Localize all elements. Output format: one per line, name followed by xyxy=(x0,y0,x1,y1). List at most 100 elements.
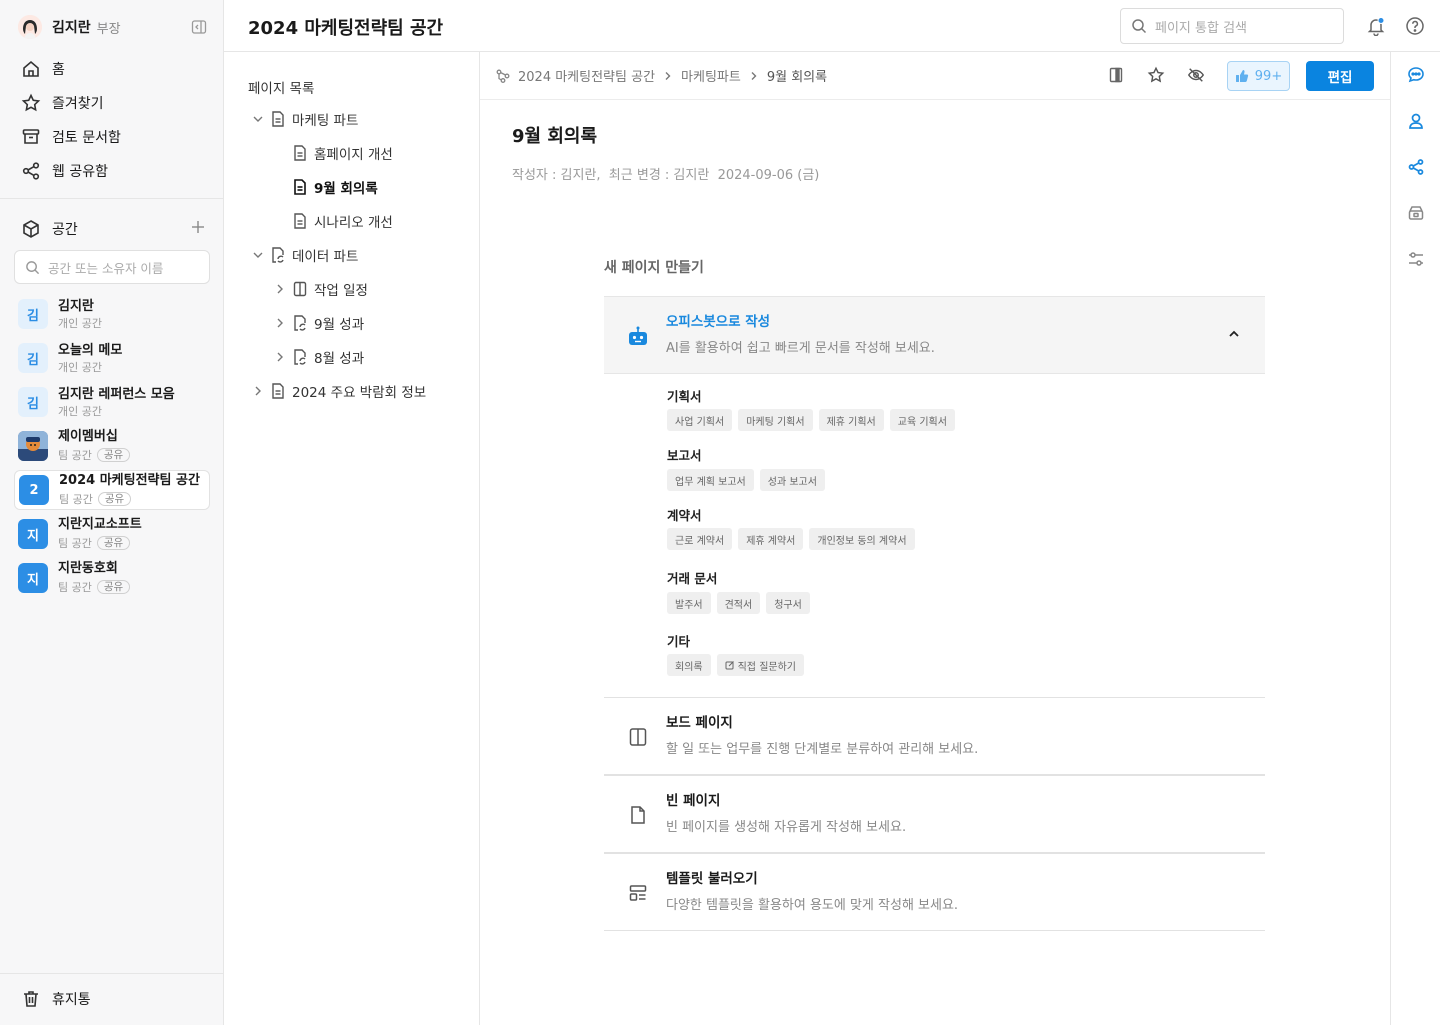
template-load-option[interactable]: 템플릿 불러오기 다양한 템플릿을 활용하여 용도에 맞게 작성해 보세요. xyxy=(604,853,1265,931)
space-item[interactable]: 지 지란지교소프트 팀 공간 공유 xyxy=(14,514,210,554)
like-count: 99+ xyxy=(1254,68,1283,84)
share-icon[interactable] xyxy=(1406,157,1426,177)
tree-node-aug-results[interactable]: 8월 성과 xyxy=(272,345,364,369)
space-type: 팀 공간 xyxy=(59,492,93,506)
panel-toggle-icon[interactable] xyxy=(1107,66,1125,84)
template-chip[interactable]: 발주서 xyxy=(667,592,711,614)
option-desc: 할 일 또는 업무를 진행 단계별로 분류하여 관리해 보세요. xyxy=(666,742,979,757)
document-title: 9월 회의록 xyxy=(512,126,598,147)
space-item[interactable]: 김 김지란 레퍼런스 모음 개인 공간 xyxy=(14,382,210,422)
tree-node-expo-info[interactable]: 2024 주요 박람회 정보 xyxy=(250,379,426,403)
template-chip[interactable]: 제휴 계약서 xyxy=(738,528,804,550)
space-item[interactable]: 제이멤버십 팀 공간 공유 xyxy=(14,426,210,466)
space-search-input[interactable]: 공간 또는 소유자 이름 xyxy=(14,250,210,284)
favorite-star-icon[interactable] xyxy=(1147,66,1165,84)
chip-group: 업무 계획 보고서 성과 보고서 xyxy=(667,469,825,491)
space-name: 2024 마케팅전략팀 공간 xyxy=(59,472,200,488)
sidebar-collapse-icon[interactable] xyxy=(191,19,207,35)
space-name: 지란동호회 xyxy=(58,560,118,576)
chip-group: 근로 계약서 제휴 계약서 개인정보 동의 계약서 xyxy=(667,528,915,550)
user-name: 김지란 xyxy=(52,20,91,36)
chevron-right-icon[interactable] xyxy=(272,349,288,365)
template-chip[interactable]: 청구서 xyxy=(766,592,810,614)
tree-node-sept-minutes[interactable]: 9월 회의록 xyxy=(292,175,378,199)
nav-review-inbox[interactable]: 검토 문서함 xyxy=(20,125,121,149)
template-chip[interactable]: 성과 보고서 xyxy=(759,469,825,491)
template-chip[interactable]: 견적서 xyxy=(716,592,761,614)
divider xyxy=(0,198,223,199)
template-chip[interactable]: 회의록 xyxy=(667,654,711,676)
nav-trash[interactable]: 휴지통 xyxy=(20,987,91,1011)
tree-node-marketing-part[interactable]: 마케팅 파트 xyxy=(250,107,358,131)
option-desc: 빈 페이지를 생성해 자유롭게 작성해 보세요. xyxy=(666,820,907,835)
nav-home[interactable]: 홈 xyxy=(20,57,65,81)
chevron-down-icon[interactable] xyxy=(250,247,266,263)
top-header: 2024 마케팅전략팀 공간 페이지 통합 검색 xyxy=(224,0,1440,52)
edit-button[interactable]: 편집 xyxy=(1306,61,1374,91)
space-avatar: 지 xyxy=(18,563,48,593)
space-item[interactable]: 김 오늘의 메모 개인 공간 xyxy=(14,338,210,378)
trash-icon xyxy=(20,988,42,1010)
chip-group: 사업 기획서 마케팅 기획서 제휴 기획서 교육 기획서 xyxy=(667,409,955,431)
new-page-heading: 새 페이지 만들기 xyxy=(604,260,704,276)
space-type: 개인 공간 xyxy=(58,316,102,330)
notification-bell-icon[interactable] xyxy=(1366,16,1386,36)
tree-node-label: 8월 성과 xyxy=(314,351,365,367)
template-chip[interactable]: 개인정보 동의 계약서 xyxy=(809,528,915,550)
template-layout-icon xyxy=(626,881,650,905)
chevron-down-icon[interactable] xyxy=(250,111,266,127)
template-chip[interactable]: 업무 계획 보고서 xyxy=(667,469,754,491)
inbox-icon xyxy=(20,126,42,148)
space-item-selected[interactable]: 2 2024 마케팅전략팀 공간 팀 공간 공유 xyxy=(14,470,210,510)
archive-lock-icon[interactable] xyxy=(1406,203,1426,223)
space-item[interactable]: 김 김지란 개인 공간 xyxy=(14,294,210,334)
settings-sliders-icon[interactable] xyxy=(1406,249,1426,269)
hide-eye-icon[interactable] xyxy=(1187,66,1205,84)
edit-pencil-icon xyxy=(725,660,735,670)
sync-document-icon xyxy=(270,247,286,263)
ask-directly-chip[interactable]: 직접 질문하기 xyxy=(716,654,804,676)
chevron-right-icon[interactable] xyxy=(272,315,288,331)
officebot-option[interactable]: 오피스봇으로 작성 AI를 활용하여 쉽고 빠르게 문서를 작성해 보세요. xyxy=(604,296,1265,374)
template-chip[interactable]: 마케팅 기획서 xyxy=(738,409,813,431)
nav-web-share[interactable]: 웹 공유함 xyxy=(20,159,108,183)
template-chip[interactable]: 사업 기획서 xyxy=(667,409,733,431)
template-chip[interactable]: 제휴 기획서 xyxy=(818,409,884,431)
user-icon[interactable] xyxy=(1406,111,1426,131)
like-button[interactable]: 99+ xyxy=(1227,61,1290,91)
global-search-input[interactable]: 페이지 통합 검색 xyxy=(1120,8,1344,44)
breadcrumb-item[interactable]: 마케팅파트 xyxy=(681,66,741,85)
tree-node-data-part[interactable]: 데이터 파트 xyxy=(250,243,358,267)
chevron-right-icon[interactable] xyxy=(272,281,288,297)
chevron-up-icon[interactable] xyxy=(1227,327,1241,341)
space-name: 지란지교소프트 xyxy=(58,516,142,532)
home-icon xyxy=(20,58,42,80)
template-chip[interactable]: 교육 기획서 xyxy=(889,409,955,431)
chevron-right-icon[interactable] xyxy=(250,383,266,399)
tree-node-label: 2024 주요 박람회 정보 xyxy=(292,385,427,401)
blank-page-option[interactable]: 빈 페이지 빈 페이지를 생성해 자유롭게 작성해 보세요. xyxy=(604,775,1265,853)
document-toolbar: 2024 마케팅전략팀 공간 마케팅파트 9월 회의록 99+ 편집 xyxy=(480,52,1390,100)
breadcrumb-item[interactable]: 2024 마케팅전략팀 공간 xyxy=(518,66,655,85)
comment-icon[interactable] xyxy=(1406,65,1426,85)
space-item[interactable]: 지 지란동호회 팀 공간 공유 xyxy=(14,558,210,598)
tree-node-sept-results[interactable]: 9월 성과 xyxy=(272,311,364,335)
tree-node-scenario[interactable]: 시나리오 개선 xyxy=(292,209,393,233)
avatar[interactable] xyxy=(18,15,42,39)
help-icon[interactable] xyxy=(1405,16,1425,36)
space-search-placeholder: 공간 또는 소유자 이름 xyxy=(48,260,164,276)
option-title: 빈 페이지 xyxy=(666,793,721,809)
user-profile[interactable]: 김지란 부장 xyxy=(18,14,207,40)
tree-node-schedule[interactable]: 작업 일정 xyxy=(272,277,368,301)
tree-node-homepage[interactable]: 홈페이지 개선 xyxy=(292,141,393,165)
add-space-icon[interactable] xyxy=(190,219,206,235)
space-avatar-image xyxy=(18,431,48,461)
template-chip[interactable]: 근로 계약서 xyxy=(667,528,733,550)
thumbs-up-icon xyxy=(1235,69,1249,83)
board-page-option[interactable]: 보드 페이지 할 일 또는 업무를 진행 단계별로 분류하여 관리해 보세요. xyxy=(604,697,1265,775)
document-meta: 작성자 : 김지란, 최근 변경 : 김지란 2024-09-06 (금) xyxy=(512,168,820,183)
nav-favorites[interactable]: 즐겨찾기 xyxy=(20,91,104,115)
space-type: 팀 공간 xyxy=(58,536,92,550)
search-icon xyxy=(1131,18,1147,34)
document-icon xyxy=(270,111,286,127)
